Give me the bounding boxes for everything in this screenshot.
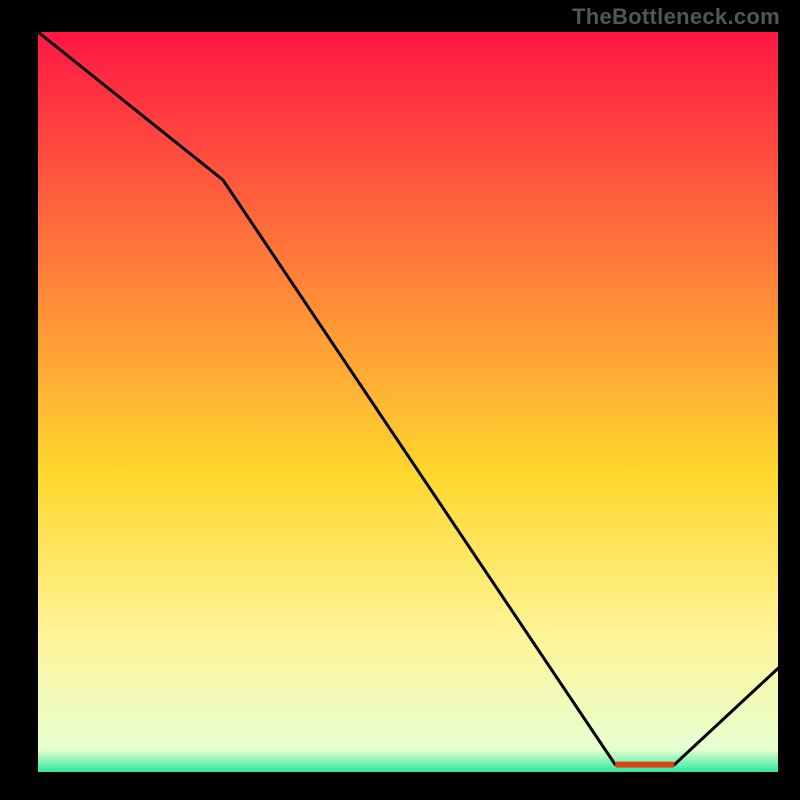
chart-container: TheBottleneck.com	[0, 0, 800, 800]
gradient-background	[38, 32, 778, 772]
watermark-text: TheBottleneck.com	[572, 4, 780, 30]
floor-segment	[615, 762, 674, 768]
plot-area	[38, 32, 778, 772]
chart-svg	[38, 32, 778, 772]
